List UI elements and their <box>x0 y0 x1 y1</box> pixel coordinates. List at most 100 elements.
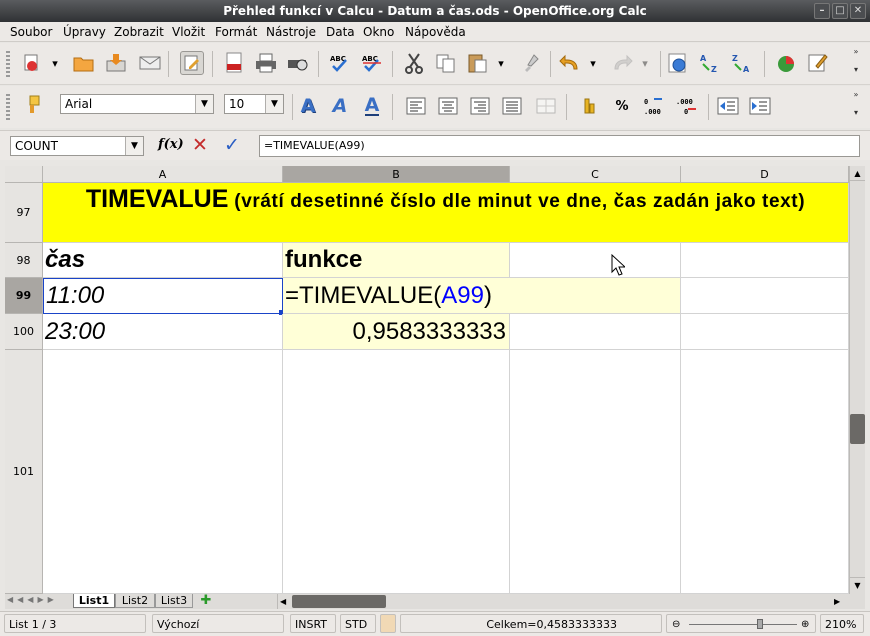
undo-icon[interactable] <box>558 51 582 75</box>
menu-soubor[interactable]: Soubor <box>10 22 52 42</box>
cell-c98[interactable] <box>510 243 681 278</box>
cancel-icon[interactable]: ✕ <box>192 134 208 156</box>
function-wizard-icon[interactable]: f(x) <box>158 137 184 152</box>
scroll-right-icon[interactable]: ▶ <box>834 594 840 609</box>
cut-icon[interactable] <box>402 51 426 75</box>
vertical-scroll-thumb[interactable] <box>850 414 865 444</box>
merge-cells-icon[interactable] <box>534 94 558 118</box>
sort-descending-icon[interactable]: ZA <box>730 51 754 75</box>
toolbar-overflow-icon[interactable]: » ▾ <box>850 47 862 74</box>
align-left-icon[interactable] <box>404 94 428 118</box>
maximize-icon[interactable]: □ <box>832 3 848 19</box>
clone-formatting-icon[interactable] <box>520 51 544 75</box>
toolbar-grip[interactable] <box>6 94 10 120</box>
column-header-b[interactable]: B <box>283 166 510 183</box>
status-sum[interactable]: Celkem=0,4583333333 <box>400 614 662 633</box>
menu-napoveda[interactable]: Nápověda <box>405 22 466 42</box>
horizontal-scroll-thumb[interactable] <box>292 595 386 608</box>
cell-b101[interactable] <box>283 350 510 594</box>
row-header-98[interactable]: 98 <box>5 243 43 278</box>
menu-format[interactable]: Formát <box>215 22 257 42</box>
cell-a99-referenced[interactable]: 11:00 <box>43 278 283 314</box>
copy-icon[interactable] <box>434 51 458 75</box>
show-draw-functions-icon[interactable] <box>806 51 830 75</box>
formula-input[interactable]: =TIMEVALUE(A99) <box>259 135 860 157</box>
export-pdf-icon[interactable] <box>222 51 246 75</box>
column-header-d[interactable]: D <box>681 166 849 183</box>
menu-okno[interactable]: Okno <box>363 22 394 42</box>
add-sheet-icon[interactable]: ✚ <box>195 594 217 608</box>
cell-b100[interactable]: 0,9583333333 <box>283 314 510 350</box>
save-icon[interactable] <box>104 51 128 75</box>
new-dropdown-icon[interactable]: ▾ <box>48 51 62 75</box>
cell-d100[interactable] <box>681 314 849 350</box>
percent-format-icon[interactable]: % <box>610 94 634 118</box>
tab-list2[interactable]: List2 <box>115 594 155 608</box>
sort-ascending-icon[interactable]: AZ <box>698 51 722 75</box>
cell-a100[interactable]: 23:00 <box>43 314 283 350</box>
zoom-slider[interactable]: ⊖ ⊕ <box>666 614 816 633</box>
increase-indent-icon[interactable] <box>748 94 772 118</box>
menu-vlozit[interactable]: Vložit <box>172 22 205 42</box>
scroll-down-icon[interactable]: ▼ <box>850 577 865 593</box>
bold-icon[interactable]: A <box>296 94 320 118</box>
toolbar-overflow-icon[interactable]: » ▾ <box>850 90 862 117</box>
paste-dropdown-icon[interactable]: ▾ <box>494 51 508 75</box>
menu-upravy[interactable]: Úpravy <box>63 22 106 42</box>
zoom-out-icon[interactable]: ⊖ <box>672 615 680 634</box>
menu-nastroje[interactable]: Nástroje <box>266 22 316 42</box>
zoom-thumb[interactable] <box>757 619 763 629</box>
align-right-icon[interactable] <box>468 94 492 118</box>
font-size-combo[interactable]: 10 ▼ <box>224 94 284 114</box>
zoom-in-icon[interactable]: ⊕ <box>801 615 809 634</box>
accept-icon[interactable]: ✓ <box>224 134 240 156</box>
remove-decimal-icon[interactable]: .000 0 <box>674 94 698 118</box>
cell-b99-editing[interactable]: =TIMEVALUE(A99) <box>283 278 681 314</box>
align-center-icon[interactable] <box>436 94 460 118</box>
undo-dropdown-icon[interactable]: ▾ <box>586 51 600 75</box>
cell-c100[interactable] <box>510 314 681 350</box>
chart-icon[interactable] <box>774 51 798 75</box>
name-box[interactable]: COUNT ▼ <box>10 136 144 156</box>
print-preview-icon[interactable] <box>286 51 310 75</box>
styles-formatting-icon[interactable] <box>22 92 46 116</box>
status-selection-mode[interactable]: STD <box>340 614 376 633</box>
cell-a97-title[interactable]: TIMEVALUE (vrátí desetinné číslo dle min… <box>43 183 849 243</box>
cell-d98[interactable] <box>681 243 849 278</box>
tab-navigation[interactable]: ◀◀◀▶▶ <box>7 595 58 604</box>
status-insert-mode[interactable]: INSRT <box>290 614 336 633</box>
column-header-c[interactable]: C <box>510 166 681 183</box>
chevron-down-icon[interactable]: ▼ <box>125 137 143 155</box>
minimize-icon[interactable]: – <box>814 3 830 19</box>
redo-dropdown-icon[interactable]: ▾ <box>638 51 652 75</box>
select-all-corner[interactable] <box>5 166 43 183</box>
italic-icon[interactable]: A <box>328 94 352 118</box>
email-icon[interactable] <box>138 51 162 75</box>
vertical-scrollbar[interactable]: ▲ ▼ <box>849 166 865 594</box>
menu-zobrazit[interactable]: Zobrazit <box>114 22 164 42</box>
autospellcheck-icon[interactable]: ABC <box>360 51 384 75</box>
print-icon[interactable] <box>254 51 278 75</box>
row-header-99[interactable]: 99 <box>5 278 43 314</box>
new-document-icon[interactable] <box>20 51 44 75</box>
font-name-combo[interactable]: Arial ▼ <box>60 94 214 114</box>
edit-file-icon[interactable] <box>180 51 204 75</box>
cell-d99[interactable] <box>681 278 849 314</box>
status-zoom-level[interactable]: 210% <box>820 614 864 633</box>
open-folder-icon[interactable] <box>72 51 96 75</box>
scroll-up-icon[interactable]: ▲ <box>850 166 865 181</box>
cell-b98[interactable]: funkce <box>283 243 510 278</box>
currency-format-icon[interactable] <box>578 94 602 118</box>
tab-list3[interactable]: List3 <box>155 594 193 608</box>
cell-c101[interactable] <box>510 350 681 594</box>
hyperlink-icon[interactable] <box>666 51 690 75</box>
cell-a98[interactable]: čas <box>43 243 283 278</box>
add-decimal-icon[interactable]: 0 .000 <box>642 94 666 118</box>
row-header-97[interactable]: 97 <box>5 183 43 243</box>
redo-icon[interactable] <box>610 51 634 75</box>
scroll-left-icon[interactable]: ◀ <box>280 594 286 609</box>
decrease-indent-icon[interactable] <box>716 94 740 118</box>
column-header-a[interactable]: A <box>43 166 283 183</box>
cell-a101[interactable] <box>43 350 283 594</box>
chevron-down-icon[interactable]: ▼ <box>265 95 283 113</box>
